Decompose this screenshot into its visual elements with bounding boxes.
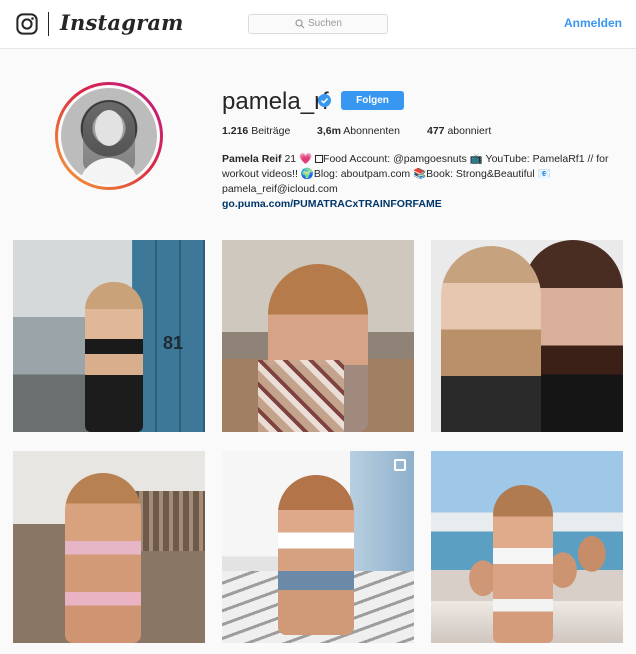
instagram-camera-icon[interactable] [16,13,38,35]
multiple-photos-icon [394,459,406,471]
person-shape [85,282,143,432]
box-icon [315,155,324,163]
heart-icon: 💗 [299,153,313,165]
verified-badge-icon [318,94,331,107]
nav-divider [48,12,49,36]
person-shape [278,475,354,635]
posts-count: 1.216 [222,125,249,137]
bio-line-2: workout videos!! 🌍Blog: aboutpam.com 📚Bo… [222,168,551,180]
search-input[interactable]: Suchen [248,14,388,34]
login-link[interactable]: Anmelden [564,16,622,30]
bio-line-1: Pamela Reif 21 💗 Food Account: @pamgoesn… [222,152,622,167]
bio-youtube: YouTube: PamelaRf1 // for [485,153,609,165]
bio-age: 21 [281,153,300,165]
top-nav: Instagram Suchen Anmelden [0,0,636,49]
blanket-shape [258,360,344,432]
avatar-story-ring[interactable] [55,82,163,190]
avatar-face [95,110,123,146]
profile-bio: Pamela Reif 21 💗 Food Account: @pamgoesn… [222,152,622,212]
profile-username: pamela_rf [222,88,329,115]
posts-label: Beiträge [251,125,291,137]
post-thumbnail-4[interactable] [13,451,205,643]
person-shape [65,473,141,643]
stat-followers[interactable]: 3,6m Abonnenten [317,125,400,137]
followers-label: Abonnenten [343,125,400,137]
tv-icon: 📺 [469,153,483,165]
post-thumbnail-2[interactable] [222,240,414,432]
bio-full-name: Pamela Reif [222,153,282,165]
search-icon [295,19,305,29]
avatar [61,88,157,184]
locker-number: 81 [163,333,184,353]
instagram-wordmark[interactable]: Instagram [60,10,184,35]
person-shape [441,246,541,432]
post-thumbnail-5[interactable] [222,451,414,643]
post-thumbnail-1[interactable]: 81 [13,240,205,432]
bio-email: pamela_reif@icloud.com [222,183,338,195]
stat-following[interactable]: 477 abonniert [427,125,491,137]
followers-count: 3,6m [317,125,341,137]
following-count: 477 [427,125,445,137]
post-thumbnail-6[interactable] [431,451,623,643]
person-shape [493,485,553,643]
post-thumbnail-3[interactable] [431,240,623,432]
avatar-ring-gap [58,85,160,187]
bio-food-account: Food Account: @pamgoesnuts [323,153,470,165]
search-placeholder: Suchen [308,18,342,29]
bio-website-link[interactable]: go.puma.com/PUMATRACxTRAINFORFAME [222,197,622,212]
following-label: abonniert [447,125,492,137]
stat-posts[interactable]: 1.216 Beiträge [222,125,290,137]
follow-button[interactable]: Folgen [341,91,404,110]
